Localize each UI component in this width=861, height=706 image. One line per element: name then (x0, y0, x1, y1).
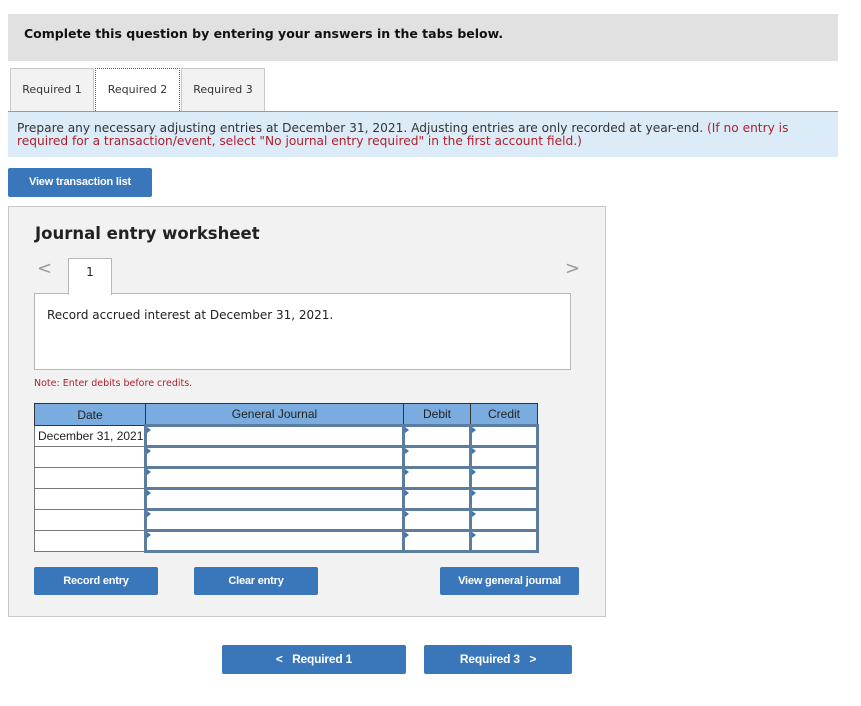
dropdown-marker-icon (147, 427, 151, 433)
account-input[interactable] (147, 533, 402, 549)
question-prompt: Prepare any necessary adjusting entries … (8, 112, 838, 157)
account-input[interactable] (147, 449, 402, 465)
instruction-text: Complete this question by entering your … (24, 26, 504, 41)
credit-input[interactable] (472, 491, 536, 507)
dropdown-marker-icon (472, 532, 476, 538)
tab-required-1[interactable]: Required 1 (10, 68, 94, 112)
dropdown-marker-icon (147, 490, 151, 496)
date-cell (34, 467, 146, 489)
account-input[interactable] (147, 512, 402, 528)
date-cell: December 31, 2021 (34, 425, 146, 447)
credit-cell (469, 424, 539, 448)
dropdown-marker-icon (472, 511, 476, 517)
date-cell (34, 446, 146, 468)
debit-credit-note: Note: Enter debits before credits. (34, 378, 193, 389)
dropdown-marker-icon (472, 469, 476, 475)
dropdown-marker-icon (147, 448, 151, 454)
dropdown-marker-icon (472, 427, 476, 433)
next-required-label: Required 3 (459, 652, 520, 666)
credit-input[interactable] (472, 449, 536, 465)
dropdown-marker-icon (405, 532, 409, 538)
header-general-journal: General Journal (145, 403, 404, 426)
header-credit: Credit (470, 403, 538, 426)
journal-table: Date General Journal Debit Credit Decemb… (34, 403, 539, 553)
chevron-left-icon: < (275, 652, 283, 666)
table-row (34, 487, 539, 511)
debit-cell (402, 466, 472, 490)
chevron-left-icon[interactable]: < (37, 258, 52, 279)
credit-input[interactable] (472, 533, 536, 549)
account-cell (144, 508, 405, 532)
chevron-right-icon[interactable]: > (565, 258, 580, 279)
tab-required-3[interactable]: Required 3 (181, 68, 265, 112)
account-cell (144, 529, 405, 553)
dropdown-marker-icon (405, 490, 409, 496)
header-debit: Debit (403, 403, 471, 426)
table-header-row: Date General Journal Debit Credit (34, 403, 538, 426)
entry-description: Record accrued interest at December 31, … (34, 293, 571, 370)
debit-input[interactable] (405, 428, 469, 444)
debit-input[interactable] (405, 449, 469, 465)
credit-input[interactable] (472, 428, 536, 444)
account-cell (144, 445, 405, 469)
worksheet-title: Journal entry worksheet (35, 224, 260, 243)
account-cell (144, 466, 405, 490)
account-input[interactable] (147, 428, 402, 444)
dropdown-marker-icon (147, 532, 151, 538)
debit-cell (402, 529, 472, 553)
dropdown-marker-icon (405, 511, 409, 517)
account-cell (144, 487, 405, 511)
debit-cell (402, 508, 472, 532)
dropdown-marker-icon (147, 511, 151, 517)
date-cell (34, 488, 146, 510)
header-date: Date (34, 403, 146, 426)
account-input[interactable] (147, 470, 402, 486)
table-row (34, 466, 539, 490)
chevron-right-icon: > (529, 652, 537, 666)
prompt-text: Prepare any necessary adjusting entries … (17, 121, 704, 135)
date-cell (34, 509, 146, 531)
next-required-button[interactable]: Required 3 > (424, 645, 572, 674)
dropdown-marker-icon (405, 427, 409, 433)
date-cell (34, 530, 146, 552)
debit-input[interactable] (405, 533, 469, 549)
dropdown-marker-icon (405, 448, 409, 454)
table-row (34, 445, 539, 469)
tab-required-2[interactable]: Required 2 (95, 68, 180, 113)
dropdown-marker-icon (147, 469, 151, 475)
prev-required-label: Required 1 (292, 652, 353, 666)
dropdown-marker-icon (472, 448, 476, 454)
debit-cell (402, 487, 472, 511)
debit-input[interactable] (405, 512, 469, 528)
entry-page-tab[interactable]: 1 (68, 258, 112, 295)
debit-input[interactable] (405, 470, 469, 486)
credit-input[interactable] (472, 470, 536, 486)
debit-cell (402, 445, 472, 469)
credit-cell (469, 445, 539, 469)
table-row (34, 508, 539, 532)
credit-input[interactable] (472, 512, 536, 528)
table-row (34, 529, 539, 553)
view-general-journal-button[interactable]: View general journal (440, 567, 579, 595)
clear-entry-button[interactable]: Clear entry (194, 567, 318, 595)
record-entry-button[interactable]: Record entry (34, 567, 158, 595)
credit-cell (469, 466, 539, 490)
credit-cell (469, 508, 539, 532)
debit-cell (402, 424, 472, 448)
dropdown-marker-icon (405, 469, 409, 475)
account-cell (144, 424, 405, 448)
credit-cell (469, 487, 539, 511)
prev-required-button[interactable]: < Required 1 (222, 645, 406, 674)
entry-description-text: Record accrued interest at December 31, … (47, 308, 334, 322)
credit-cell (469, 529, 539, 553)
table-row: December 31, 2021 (34, 424, 539, 448)
account-input[interactable] (147, 491, 402, 507)
journal-entry-worksheet: Journal entry worksheet < 1 > Record acc… (8, 206, 606, 617)
instruction-banner: Complete this question by entering your … (8, 14, 838, 61)
debit-input[interactable] (405, 491, 469, 507)
view-transaction-list-button[interactable]: View transaction list (8, 168, 152, 197)
dropdown-marker-icon (472, 490, 476, 496)
